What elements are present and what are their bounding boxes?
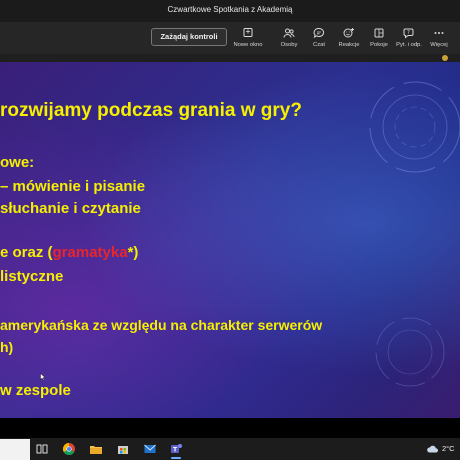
more-button[interactable]: Więcej (422, 27, 456, 53)
chat-button[interactable]: Czat (302, 27, 336, 53)
new-window-icon (231, 27, 265, 41)
qa-label: Pyt. i odp. (396, 42, 422, 48)
more-label: Więcej (430, 42, 448, 48)
active-app-indicator (171, 457, 181, 459)
new-window-label: Nowe okno (233, 42, 263, 48)
people-button[interactable]: Osoby (272, 27, 306, 53)
chat-icon (302, 27, 336, 41)
svg-text:?: ? (407, 30, 410, 36)
reactions-icon (332, 27, 366, 41)
reactions-button[interactable]: Reakcje (332, 27, 366, 53)
slide-text: *) (127, 244, 139, 261)
rooms-icon (362, 27, 396, 41)
store-icon[interactable] (115, 441, 131, 457)
slide-text: e oraz ( (0, 244, 53, 261)
slide-line: listyczne (0, 268, 64, 285)
shared-slide: rozwijamy podczas grania w gry? owe: – m… (0, 62, 460, 418)
reactions-label: Reakcje (338, 42, 360, 48)
tech-circle-decoration (369, 81, 460, 173)
new-window-button[interactable]: Nowe okno (231, 27, 265, 53)
slide-title: rozwijamy podczas grania w gry? (0, 100, 302, 121)
slide-line: słuchanie i czytanie (0, 200, 141, 217)
grammar-highlight: gramatyka (52, 244, 128, 261)
more-icon (422, 27, 456, 41)
slide-line: amerykańska ze względu na charakter serw… (0, 317, 323, 333)
people-label: Osoby (280, 42, 298, 48)
cloud-icon[interactable] (425, 441, 441, 457)
people-icon (272, 27, 306, 41)
file-explorer-icon[interactable] (88, 441, 104, 457)
taskbar-search-box[interactable] (0, 439, 30, 460)
slide-line-grammar: e oraz (gramatyka*) (0, 244, 138, 261)
tech-circle-decoration-2 (375, 317, 445, 387)
share-strip (0, 54, 460, 62)
title-bar: Czwartkowe Spotkania z Akademią (0, 0, 460, 22)
teams-icon[interactable]: T (168, 441, 184, 457)
request-control-button[interactable]: Zażądaj kontroli (151, 28, 227, 46)
rooms-button[interactable]: Pokoje (362, 27, 396, 53)
window-title: Czwartkowe Spotkania z Akademią (167, 5, 293, 14)
chrome-icon[interactable] (61, 441, 77, 457)
qa-icon: ? (392, 27, 426, 41)
share-indicator-icon (442, 55, 448, 61)
mouse-cursor-icon (40, 373, 46, 381)
mail-icon[interactable] (142, 441, 158, 457)
slide-line: owe: (0, 154, 35, 171)
slide-line: h) (0, 339, 14, 355)
weather-temperature[interactable]: 2°C (442, 444, 455, 453)
slide-line: w zespole (0, 382, 71, 399)
chat-label: Czat (313, 42, 325, 48)
qa-button[interactable]: ? Pyt. i odp. (392, 27, 426, 53)
slide-line: – mówienie i pisanie (0, 178, 146, 195)
task-view-icon[interactable] (34, 441, 50, 457)
rooms-label: Pokoje (370, 42, 388, 48)
